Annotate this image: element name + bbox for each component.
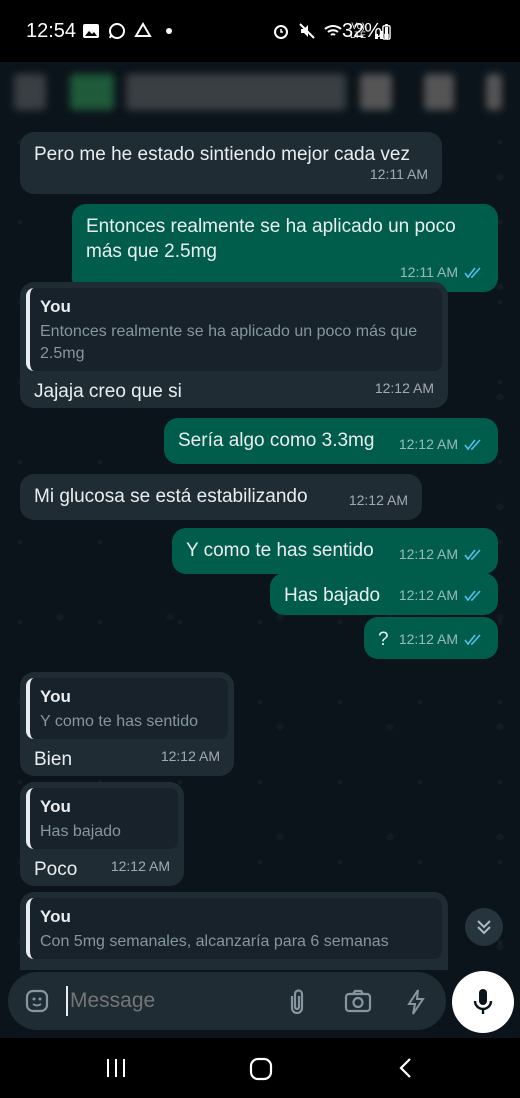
quote-text: Y como te has sentido bbox=[40, 713, 199, 730]
message-bubble-outgoing[interactable]: Y como te has sentido 12:12 AM bbox=[172, 528, 498, 574]
quoted-message[interactable]: You Con 5mg semanales, alcanzaría para 6… bbox=[26, 898, 442, 959]
message-text: Mi glucosa se está estabilizando bbox=[34, 486, 308, 507]
quoted-message[interactable]: You Y como te has sentido bbox=[26, 678, 228, 739]
status-bar: 12:54 Vo) LTE 32% bbox=[0, 0, 520, 62]
dot-icon bbox=[166, 28, 172, 34]
read-ticks-icon bbox=[464, 266, 481, 278]
message-meta: 12:12 AM bbox=[399, 542, 484, 567]
message-bubble-incoming[interactable]: You Has bajado Poco 12:12 AM bbox=[20, 782, 184, 886]
blurred-call-icon[interactable] bbox=[424, 74, 454, 110]
message-time: 12:12 AM bbox=[374, 380, 434, 396]
blurred-contact-name[interactable] bbox=[126, 74, 346, 110]
quote-author: You bbox=[40, 687, 71, 706]
blurred-back-area[interactable] bbox=[14, 74, 46, 110]
quote-text: Con 5mg semanales, alcanzaría para 6 sem… bbox=[40, 933, 389, 950]
blurred-avatar[interactable] bbox=[70, 74, 114, 110]
lightning-icon[interactable] bbox=[406, 988, 426, 1016]
message-time: 12:12 AM bbox=[398, 587, 458, 603]
message-bubble-outgoing[interactable]: Entonces realmente se ha aplicado un poc… bbox=[72, 204, 498, 292]
message-time: 12:12 AM bbox=[398, 546, 458, 562]
quoted-message[interactable]: You Has bajado bbox=[26, 788, 178, 849]
attach-icon[interactable] bbox=[286, 988, 308, 1016]
recent-apps-icon[interactable] bbox=[104, 1056, 128, 1080]
message-time: 12:12 AM bbox=[160, 748, 220, 764]
message-text: ? bbox=[378, 629, 389, 650]
voice-record-button[interactable] bbox=[452, 971, 514, 1033]
message-list[interactable]: Pero me he estado sintiendo mejor cada v… bbox=[0, 122, 520, 970]
message-meta: 12:12 AM bbox=[399, 627, 484, 652]
status-time: 12:54 bbox=[26, 20, 77, 42]
back-icon[interactable] bbox=[396, 1056, 416, 1080]
message-meta: 12:12 AM bbox=[161, 744, 220, 769]
message-bubble-outgoing[interactable]: Has bajado 12:12 AM bbox=[270, 573, 498, 615]
message-input[interactable] bbox=[66, 986, 266, 1016]
wifi-icon bbox=[324, 25, 342, 36]
message-meta: 12:12 AM bbox=[111, 854, 170, 879]
battery-icon bbox=[382, 24, 391, 40]
microphone-icon bbox=[473, 989, 493, 1014]
read-ticks-icon bbox=[464, 548, 481, 560]
message-text: Poco bbox=[34, 859, 78, 880]
message-meta: 12:12 AM bbox=[375, 376, 434, 401]
message-bubble-incoming[interactable]: You Con 5mg semanales, alcanzaría para 6… bbox=[20, 892, 448, 970]
message-time: 12:12 AM bbox=[398, 631, 458, 647]
quote-author: You bbox=[40, 797, 71, 816]
read-ticks-icon bbox=[464, 633, 481, 645]
drive-icon bbox=[134, 22, 152, 37]
read-ticks-icon bbox=[464, 438, 481, 450]
message-text: Y como te has sentido bbox=[186, 540, 374, 561]
sticker-icon[interactable] bbox=[24, 988, 50, 1014]
blurred-video-call-icon[interactable] bbox=[360, 74, 392, 110]
blurred-menu-icon[interactable] bbox=[486, 74, 502, 110]
message-text: Jajaja creo que si bbox=[34, 381, 182, 402]
message-composer[interactable] bbox=[8, 972, 446, 1030]
message-bubble-incoming[interactable]: Mi glucosa se está estabilizando 12:12 A… bbox=[20, 474, 422, 520]
message-meta: 12:12 AM bbox=[399, 432, 484, 457]
home-icon[interactable] bbox=[248, 1056, 274, 1082]
battery-percent: 32% bbox=[342, 20, 383, 42]
quote-author: You bbox=[40, 907, 71, 926]
system-navigation-bar bbox=[0, 1038, 520, 1098]
quote-author: You bbox=[40, 297, 71, 316]
read-ticks-icon bbox=[464, 589, 481, 601]
message-meta: 12:12 AM bbox=[349, 488, 408, 513]
chat-header[interactable] bbox=[0, 62, 520, 122]
message-text: Has bajado bbox=[284, 585, 381, 606]
message-time: 12:12 AM bbox=[348, 492, 408, 508]
message-meta: 12:12 AM bbox=[399, 583, 484, 608]
message-time: 12:12 AM bbox=[110, 858, 170, 874]
message-bubble-incoming[interactable]: Pero me he estado sintiendo mejor cada v… bbox=[20, 132, 442, 194]
scroll-to-bottom-button[interactable] bbox=[465, 908, 503, 946]
message-bubble-outgoing[interactable]: ? 12:12 AM bbox=[364, 617, 498, 659]
message-bubble-outgoing[interactable]: Sería algo como 3.3mg 12:12 AM bbox=[164, 418, 498, 464]
alarm-icon bbox=[274, 25, 289, 39]
double-chevron-down-icon bbox=[477, 920, 491, 935]
mute-icon bbox=[299, 23, 315, 39]
message-bubble-incoming[interactable]: You Entonces realmente se ha aplicado un… bbox=[20, 282, 448, 408]
message-text: Sería algo como 3.3mg bbox=[178, 430, 375, 451]
camera-icon[interactable] bbox=[344, 989, 372, 1013]
notification-icons bbox=[82, 22, 178, 40]
quote-text: Entonces realmente se ha aplicado un poc… bbox=[40, 323, 418, 362]
gallery-icon bbox=[83, 24, 99, 38]
message-meta: 12:11 AM bbox=[370, 162, 428, 187]
quote-text: Has bajado bbox=[40, 823, 121, 840]
message-text: Entonces realmente se ha aplicado un poc… bbox=[86, 216, 456, 262]
message-bubble-incoming[interactable]: You Y como te has sentido Bien 12:12 AM bbox=[20, 672, 234, 776]
message-time: 12:12 AM bbox=[398, 436, 458, 452]
message-text: Pero me he estado sintiendo mejor cada v… bbox=[34, 144, 410, 165]
whatsapp-icon bbox=[109, 23, 125, 39]
message-text: Bien bbox=[34, 749, 73, 770]
message-time: 12:11 AM bbox=[369, 166, 428, 182]
quoted-message[interactable]: You Entonces realmente se ha aplicado un… bbox=[26, 288, 442, 371]
